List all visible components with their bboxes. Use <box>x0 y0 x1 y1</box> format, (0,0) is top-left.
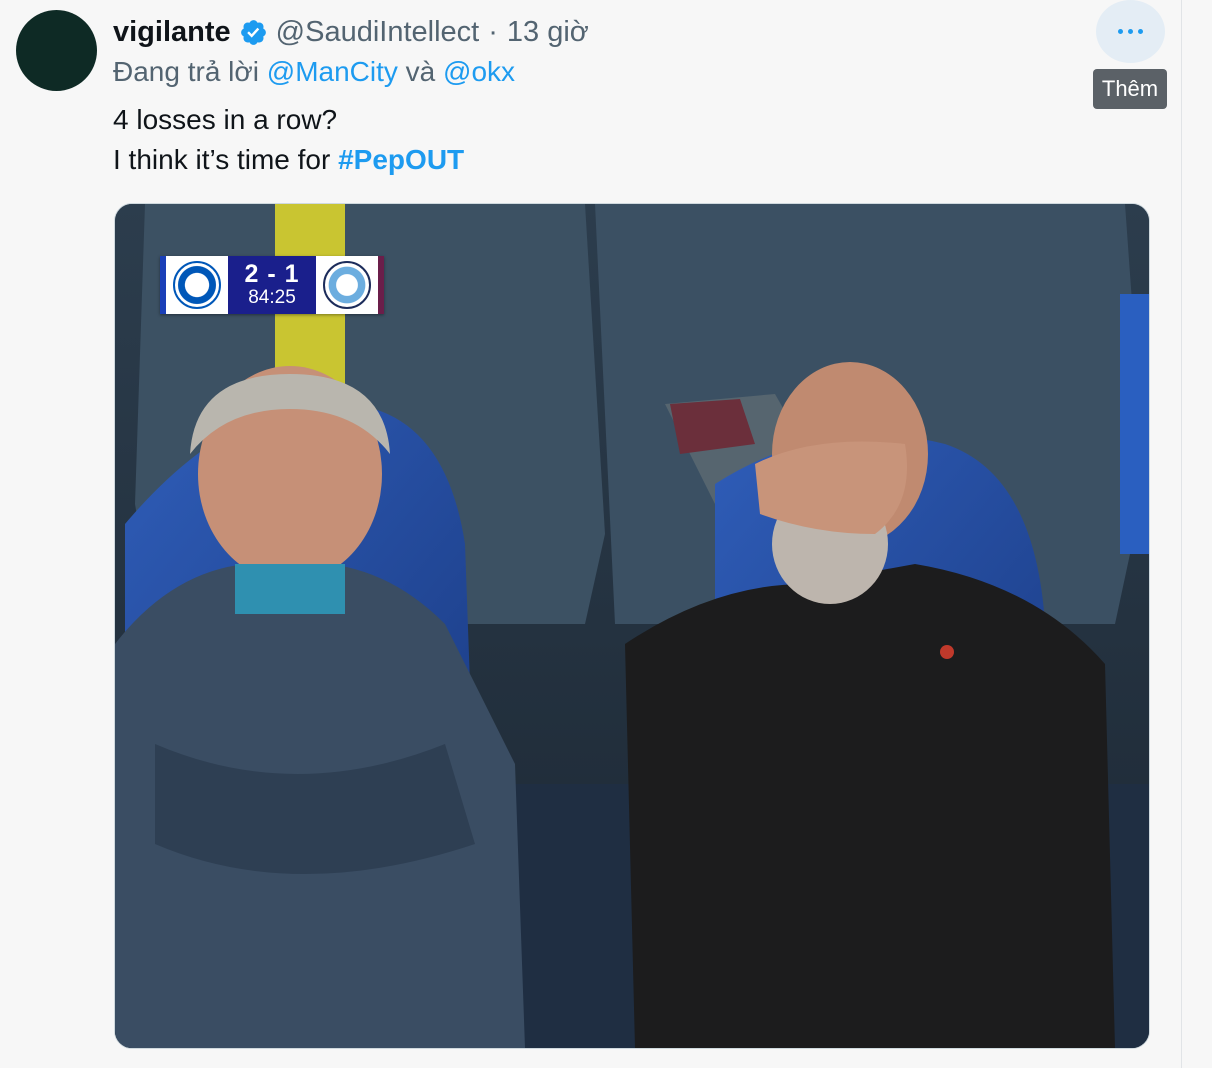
tweet-text: 4 losses in a row? I think it’s time for… <box>113 100 464 180</box>
display-name[interactable]: vigilante <box>113 16 231 49</box>
replying-to: Đang trả lời @ManCity và @okx <box>113 56 515 88</box>
mention-link-mancity[interactable]: @ManCity <box>267 56 398 87</box>
brighton-crest-icon <box>173 261 222 309</box>
match-clock: 84:25 <box>248 287 296 308</box>
timestamp[interactable]: 13 giờ <box>507 16 589 49</box>
mention-link-okx[interactable]: @okx <box>443 56 515 87</box>
photo-scene <box>115 204 1149 1048</box>
more-options-button[interactable] <box>1096 0 1165 63</box>
tweet-text-line-2: I think it’s time for #PepOUT <box>113 140 464 180</box>
reply-join-word: và <box>405 56 436 87</box>
separator-dot: · <box>488 15 498 48</box>
home-team-crest <box>160 256 229 314</box>
user-handle[interactable]: @SaudiIntellect <box>276 16 480 49</box>
more-horizontal-icon <box>1118 29 1143 34</box>
tweet-photo[interactable]: 2 - 1 84:25 <box>114 203 1150 1049</box>
man-city-crest-icon <box>322 261 371 309</box>
scorebug-center: 2 - 1 84:25 <box>228 256 316 314</box>
column-divider <box>1181 0 1182 1068</box>
away-team-crest <box>315 256 384 314</box>
reply-prefix: Đang trả lời <box>113 56 259 87</box>
avatar[interactable] <box>16 10 97 91</box>
match-score: 2 - 1 <box>244 260 300 288</box>
verified-badge-icon <box>240 19 266 45</box>
scorebug: 2 - 1 84:25 <box>160 256 384 314</box>
tweet-text-line-2-prefix: I think it’s time for <box>113 144 331 175</box>
hashtag-link[interactable]: #PepOUT <box>338 144 464 175</box>
tweet-text-line-1: 4 losses in a row? <box>113 104 338 135</box>
tweet-header: vigilante @SaudiIntellect · 13 giờ <box>113 10 589 54</box>
more-tooltip: Thêm <box>1093 69 1167 109</box>
